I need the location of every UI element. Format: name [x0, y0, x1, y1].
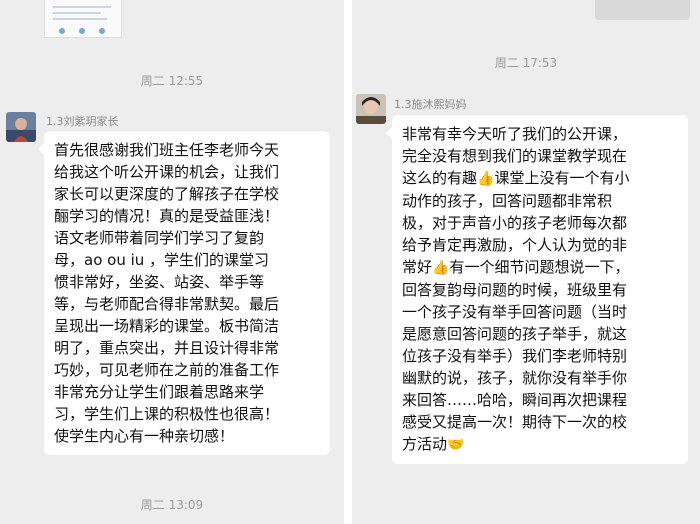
avatar[interactable]: [6, 112, 36, 142]
message-text: 极，对于声音小的孩子老师每次都: [402, 214, 628, 232]
message-line: 一个孩子没有举手回答问题（当时: [402, 301, 678, 323]
message-line: 是愿意回答问题的孩子举手，就这: [402, 323, 678, 345]
message-text: 非常有幸今天听了我们的公开课，: [402, 125, 628, 143]
chat-panel-left: 周二 12:55 1.3刘紫玥家长 首先很感谢我们班主任李老师今天 给我这个听公开…: [0, 0, 344, 524]
message-line: 酾学习的情况！真的是受益匪浅！: [54, 207, 280, 225]
message-text: 有一个细节问题想说一下，: [449, 258, 630, 276]
previous-image-message[interactable]: [44, 0, 122, 38]
image-line: [53, 18, 107, 20]
message-line: 习，学生们上课的积极性也很高！: [54, 405, 280, 423]
message-line: 首先很感谢我们班主任李老师今天: [54, 141, 280, 159]
timestamp: 周二 13:09: [140, 498, 204, 512]
message-line: 使学生内心有一种亲切感！: [54, 427, 235, 445]
message-line: 回答复韵母问题的时候，班级里有: [402, 279, 678, 301]
chat-panel-right: 周二 17:53 1.3施沐熙妈妈 非常有幸今天听了我们的公开课， 完全没有想到我…: [352, 0, 700, 524]
previous-message-bubble[interactable]: [595, 0, 690, 20]
image-dot: [99, 28, 105, 34]
message-line: 完全没有想到我们的课堂教学现在: [402, 145, 678, 167]
message-line: 语文老师带着同学们学习了复韵: [54, 229, 265, 247]
message-text: 给予肯定再激励，个人认为觉的非: [402, 236, 628, 254]
message-line: 动作的孩子，回答问题都非常积: [402, 190, 678, 212]
message-text: 是愿意回答问题的孩子举手，就这: [402, 325, 628, 343]
image-dot: [59, 28, 65, 34]
message-text: 完全没有想到我们的课堂教学现在: [402, 147, 628, 165]
sender-name: 1.3施沐熙妈妈: [394, 98, 467, 111]
thumbs-up-emoji-icon: 👍: [477, 171, 495, 187]
message-line: 幽默的说，孩子，就你没有举手你: [402, 367, 678, 389]
image-line: [53, 12, 101, 14]
thumbs-up-emoji-icon: 👍: [432, 260, 450, 276]
message-line: 非常有幸今天听了我们的公开课，: [402, 123, 678, 145]
message-line: 呈现出一场精彩的课堂。板书简洁: [54, 317, 280, 335]
message-line: 母，ao ou iu ，学生们的课堂习: [54, 251, 270, 269]
image-dot: [79, 28, 85, 34]
message-text: 动作的孩子，回答问题都非常积: [402, 192, 613, 210]
message-text: 感受又提高一次！期待下一次的校: [402, 413, 628, 431]
message-text: 一个孩子没有举手回答问题（当时: [402, 303, 628, 321]
message-line: 给我这个听公开课的机会，让我们: [54, 163, 280, 181]
message-bubble[interactable]: 非常有幸今天听了我们的公开课， 完全没有想到我们的课堂教学现在 这么的有趣👍课堂上没…: [386, 115, 688, 464]
message-text: 常好: [402, 258, 433, 276]
message-line: 家长可以更深度的了解孩子在学校: [54, 185, 280, 203]
message-line: 来回答……哈哈，瞬间再次把课程: [402, 389, 678, 411]
message-line: 感受又提高一次！期待下一次的校: [402, 411, 678, 433]
message-line: 等，与老师配合得非常默契。最后: [54, 295, 280, 313]
message-text: 位孩子没有举手）我们李老师特别: [402, 347, 628, 365]
message-text: 方活动: [402, 435, 448, 453]
message-text: 回答复韵母问题的时候，班级里有: [402, 281, 628, 299]
message-line: 惯非常好，坐姿、站姿、举手等: [54, 273, 265, 291]
sender-name: 1.3刘紫玥家长: [46, 115, 119, 128]
message-line: 巧妙，可见老师在之前的准备工作: [54, 361, 280, 379]
message-bubble[interactable]: 首先很感谢我们班主任李老师今天 给我这个听公开课的机会，让我们 家长可以更深度的了解…: [38, 131, 330, 455]
avatar[interactable]: [356, 94, 386, 124]
handshake-emoji-icon: 🤝: [447, 437, 465, 453]
message-line: 常好👍有一个细节问题想说一下，: [402, 256, 678, 279]
message-line: 极，对于声音小的孩子老师每次都: [402, 212, 678, 234]
image-line: [53, 6, 111, 8]
avatar-photo-icon: [356, 94, 386, 124]
timestamp: 周二 17:53: [494, 56, 558, 70]
message-text: 这么的有趣: [402, 169, 478, 187]
timestamp: 周二 12:55: [140, 74, 204, 88]
message-line: 方活动🤝: [402, 433, 678, 456]
message-line: 明了，重点突出，并且设计得非常: [54, 339, 280, 357]
message-line: 这么的有趣👍课堂上没有一个有小: [402, 167, 678, 190]
message-line: 给予肯定再激励，个人认为觉的非: [402, 234, 678, 256]
message-text: 来回答……哈哈，瞬间再次把课程: [402, 391, 628, 409]
message-line: 位孩子没有举手）我们李老师特别: [402, 345, 678, 367]
message-text: 幽默的说，孩子，就你没有举手你: [402, 369, 628, 387]
avatar-photo-icon: [6, 112, 36, 142]
message-line: 非常充分让学生们跟着思路来学: [54, 383, 265, 401]
message-text: 课堂上没有一个有小: [494, 169, 630, 187]
